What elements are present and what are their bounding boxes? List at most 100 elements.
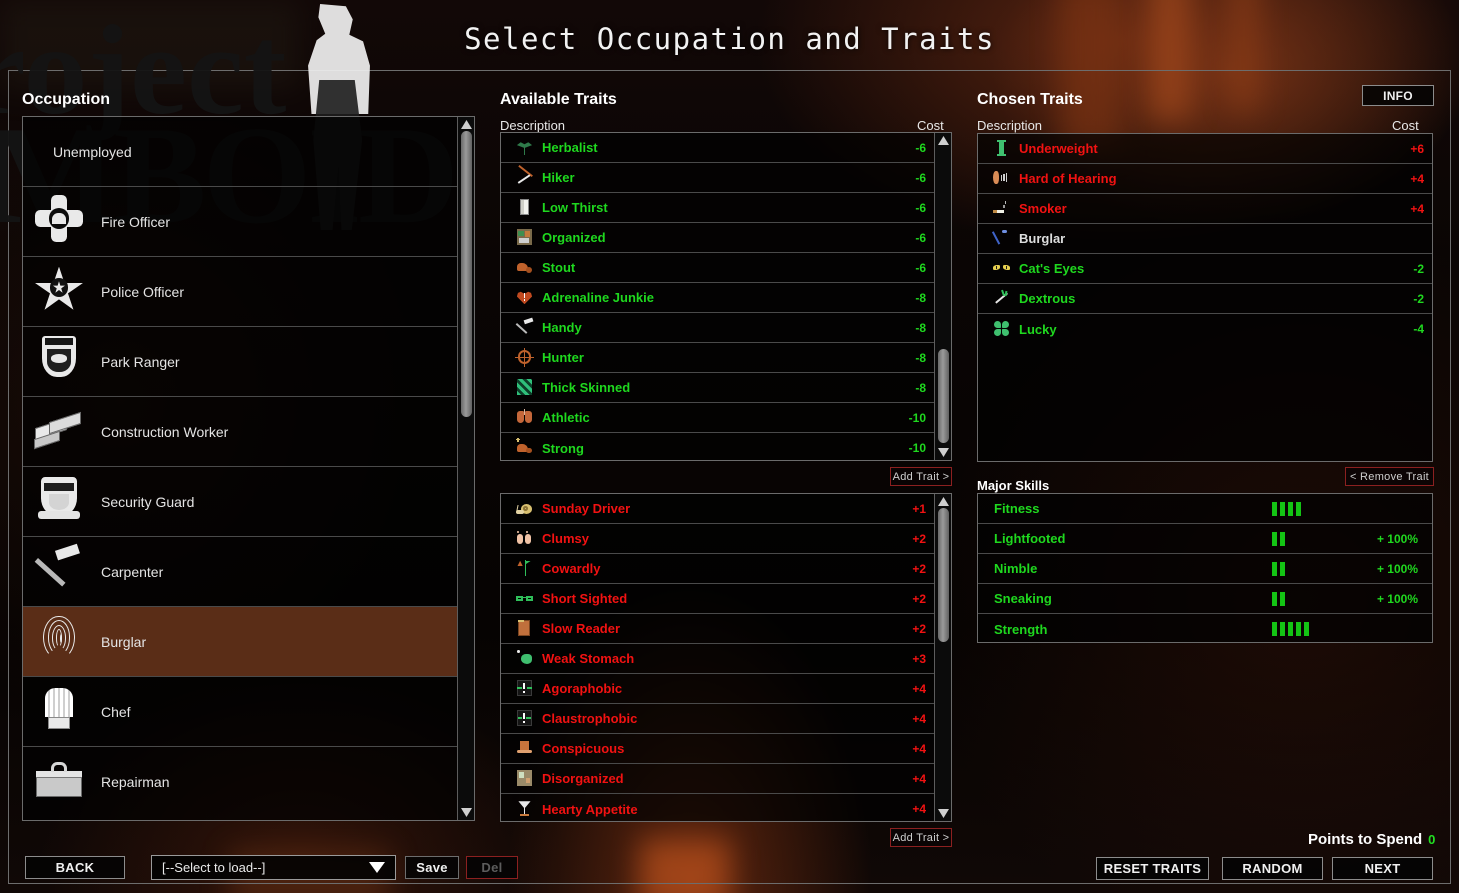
save-button[interactable]: Save — [405, 856, 459, 879]
trait-row[interactable]: Clumsy +2 — [501, 524, 934, 554]
occupation-list[interactable]: Unemployed Fire Officer Police Officer Park… — [22, 116, 475, 821]
occupation-item-construction-worker[interactable]: Construction Worker — [23, 397, 457, 467]
available-positive-traits-list[interactable]: Herbalist -6 Hiker -6 Low Thirst -6 Organized -… — [500, 132, 952, 461]
trait-row[interactable]: Hearty Appetite +4 — [501, 794, 934, 821]
trait-cost: -8 — [915, 380, 926, 395]
add-trait-button-bottom[interactable]: Add Trait > — [890, 828, 952, 847]
trait-row[interactable]: Claustrophobic +4 — [501, 704, 934, 734]
delete-button[interactable]: Del — [466, 856, 518, 879]
skill-level-bars — [1272, 501, 1348, 516]
scrollbar-thumb[interactable] — [461, 131, 472, 417]
positive-traits-scrollbar[interactable] — [934, 133, 951, 460]
trait-row[interactable]: Lucky -4 — [978, 314, 1432, 344]
trait-row[interactable]: Slow Reader +2 — [501, 614, 934, 644]
trait-row[interactable]: Stout -6 — [501, 253, 934, 283]
open-space-icon — [515, 679, 535, 699]
chevron-down-icon[interactable] — [369, 862, 385, 873]
trait-row[interactable]: Hiker -6 — [501, 163, 934, 193]
trait-row[interactable]: Adrenaline Junkie -8 — [501, 283, 934, 313]
ear-waves-icon — [992, 169, 1012, 189]
trait-row[interactable]: Agoraphobic +4 — [501, 674, 934, 704]
trait-row[interactable]: Cowardly +2 — [501, 554, 934, 584]
trait-row[interactable]: Hunter -8 — [501, 343, 934, 373]
occupation-item-repairman[interactable]: Repairman — [23, 747, 457, 817]
trait-row[interactable]: Dextrous -2 — [978, 284, 1432, 314]
back-button[interactable]: BACK — [25, 856, 125, 879]
add-trait-button-top[interactable]: Add Trait > — [890, 467, 952, 486]
occupation-item-chef[interactable]: Chef — [23, 677, 457, 747]
hand-sweep-icon — [992, 289, 1012, 309]
skill-level-bars — [1272, 561, 1348, 576]
occupation-item-fire-officer[interactable]: Fire Officer — [23, 187, 457, 257]
trait-row[interactable]: Conspicuous +4 — [501, 734, 934, 764]
occupation-item-police-officer[interactable]: Police Officer — [23, 257, 457, 327]
trait-row[interactable]: Herbalist -6 — [501, 133, 934, 163]
glasses-icon — [515, 589, 535, 609]
cat-eyes-icon — [992, 259, 1012, 279]
occupation-item-security-guard[interactable]: Security Guard — [23, 467, 457, 537]
scroll-down-icon[interactable] — [938, 448, 949, 457]
trait-row[interactable]: Underweight +6 — [978, 134, 1432, 164]
trait-row[interactable]: Thick Skinned -8 — [501, 373, 934, 403]
trait-row[interactable]: Weak Stomach +3 — [501, 644, 934, 674]
scrollbar-thumb[interactable] — [938, 349, 949, 443]
remove-trait-button[interactable]: < Remove Trait — [1345, 467, 1434, 486]
chef-hat-icon — [33, 683, 91, 741]
trait-row[interactable]: Burglar — [978, 224, 1432, 254]
trait-row[interactable]: Disorganized +4 — [501, 764, 934, 794]
load-preset-select[interactable]: [--Select to load--] — [151, 855, 396, 880]
trait-row[interactable]: Sunday Driver +1 — [501, 494, 934, 524]
trait-row[interactable]: Handy -8 — [501, 313, 934, 343]
trait-cost: +4 — [912, 802, 926, 816]
available-negative-traits-list[interactable]: Sunday Driver +1 Clumsy +2 Cowardly +2 Short S… — [500, 493, 952, 822]
sheriff-star-icon — [33, 263, 91, 321]
trait-name: Hunter — [542, 350, 584, 365]
fleeing-arrow-icon — [515, 559, 535, 579]
trait-row[interactable]: Strong -10 — [501, 433, 934, 460]
trait-row[interactable]: Short Sighted +2 — [501, 584, 934, 614]
cigarette-icon — [992, 199, 1012, 219]
trait-row[interactable]: Smoker +4 — [978, 194, 1432, 224]
fingerprint-icon — [33, 613, 91, 671]
trait-name: Low Thirst — [542, 200, 608, 215]
trait-cost: +2 — [912, 561, 926, 576]
trait-row[interactable]: Hard of Hearing +4 — [978, 164, 1432, 194]
scroll-up-icon[interactable] — [938, 497, 949, 506]
clover-icon — [992, 319, 1012, 339]
negative-traits-scrollbar[interactable] — [934, 494, 951, 821]
trait-row[interactable]: Cat's Eyes -2 — [978, 254, 1432, 284]
scroll-down-icon[interactable] — [461, 808, 472, 817]
scroll-up-icon[interactable] — [461, 120, 472, 129]
leaf-icon — [515, 138, 535, 158]
occupation-item-unemployed[interactable]: Unemployed — [23, 117, 457, 187]
occupation-scrollbar[interactable] — [457, 117, 474, 820]
scroll-up-icon[interactable] — [938, 136, 949, 145]
trait-row[interactable]: Organized -6 — [501, 223, 934, 253]
top-hat-icon — [515, 739, 535, 759]
thin-body-icon — [992, 139, 1012, 159]
info-button[interactable]: INFO — [1362, 85, 1434, 106]
trait-name: Underweight — [1019, 141, 1098, 156]
scrollbar-thumb[interactable] — [938, 508, 949, 642]
occupation-heading: Occupation — [22, 91, 111, 108]
occupation-item-burglar[interactable]: Burglar — [23, 607, 457, 677]
next-button[interactable]: NEXT — [1332, 857, 1433, 880]
occupation-item-park-ranger[interactable]: Park Ranger — [23, 327, 457, 397]
occupation-item-label: Carpenter — [101, 563, 164, 580]
skill-row: Fitness — [978, 494, 1432, 524]
reset-traits-button[interactable]: RESET TRAITS — [1096, 857, 1209, 880]
chosen-cost-column-header: Cost — [1392, 118, 1419, 133]
random-button[interactable]: RANDOM — [1222, 857, 1323, 880]
trait-name: Strong — [542, 440, 584, 456]
trait-name: Clumsy — [542, 531, 589, 546]
trait-row[interactable]: Athletic -10 — [501, 403, 934, 433]
character-creation-screen: Select Occupation and Traits roject MBOI… — [0, 0, 1459, 893]
occupation-item-carpenter[interactable]: Carpenter — [23, 537, 457, 607]
trait-cost: -8 — [915, 320, 926, 335]
trait-name: Hiker — [542, 170, 575, 185]
nausea-icon — [515, 649, 535, 669]
scroll-down-icon[interactable] — [938, 809, 949, 818]
trait-row[interactable]: Low Thirst -6 — [501, 193, 934, 223]
chosen-description-column-header: Description — [977, 118, 1043, 133]
chosen-traits-list[interactable]: Underweight +6 Hard of Hearing +4 Smoker +4 Bu… — [977, 133, 1433, 462]
